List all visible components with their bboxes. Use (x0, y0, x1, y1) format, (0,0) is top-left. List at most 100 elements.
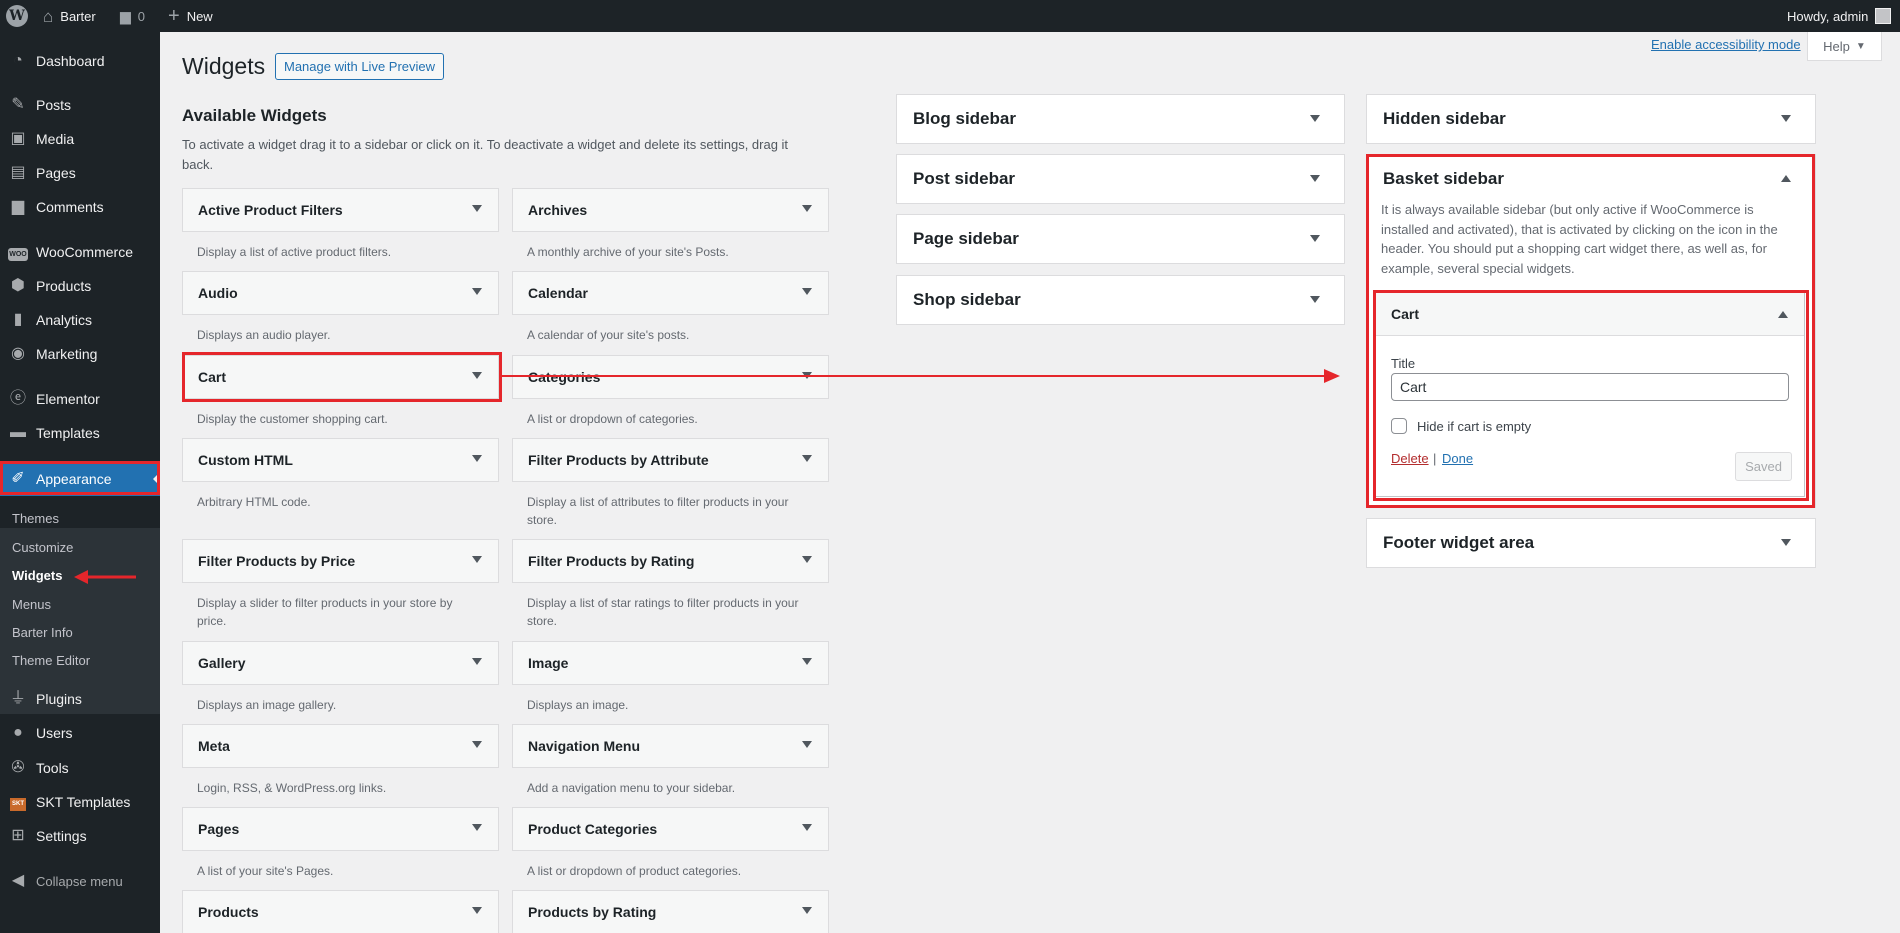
caret-down-icon[interactable] (802, 741, 812, 748)
menu-item-pages[interactable]: ▤ Pages (0, 156, 160, 190)
menu-item-tools[interactable]: ✇ Tools (0, 751, 160, 785)
home-icon: ⌂ (43, 6, 54, 26)
widget-audio[interactable]: Audio (182, 271, 499, 315)
menu-item-users[interactable]: ● Users (0, 716, 160, 750)
caret-down-icon[interactable] (802, 907, 812, 914)
widget-filter-products-by-attribute[interactable]: Filter Products by Attribute (512, 438, 829, 482)
hide-if-empty-checkbox[interactable] (1391, 418, 1407, 434)
menu-item-appearance[interactable]: ✐ Appearance (0, 462, 160, 496)
submenu-item-widgets[interactable]: Widgets (12, 568, 62, 583)
skt-icon: SKT (10, 798, 26, 811)
done-link[interactable]: Done (1442, 451, 1473, 466)
caret-down-icon[interactable] (1781, 115, 1791, 122)
caret-down-icon[interactable] (1310, 235, 1320, 242)
widget-image[interactable]: Image (512, 641, 829, 685)
menu-item-products[interactable]: ⬢ Products (0, 269, 160, 303)
caret-down-icon[interactable] (1310, 296, 1320, 303)
widget-title: Calendar (528, 285, 588, 301)
menu-item-skt-templates[interactable]: SKT SKT Templates (0, 785, 160, 819)
menu-item-marketing[interactable]: ◉ Marketing (0, 337, 160, 371)
menu-item-media[interactable]: ▣ Media (0, 122, 160, 156)
widget-product-categories[interactable]: Product Categories (512, 807, 829, 851)
widget-archives[interactable]: Archives (512, 188, 829, 232)
widget-gallery[interactable]: Gallery (182, 641, 499, 685)
site-name-link[interactable]: ⌂ Barter (43, 0, 96, 32)
menu-item-label: Templates (36, 425, 100, 441)
account-menu[interactable]: Howdy, admin (1787, 0, 1892, 32)
sidebar-post[interactable]: Post sidebar (896, 154, 1345, 204)
widget-categories[interactable]: Categories (512, 355, 829, 399)
submenu-item-barter-info[interactable]: Barter Info (12, 625, 73, 640)
menu-item-woocommerce[interactable]: WOO WooCommerce (0, 235, 160, 269)
caret-down-icon[interactable] (472, 658, 482, 665)
widget-calendar[interactable]: Calendar (512, 271, 829, 315)
caret-down-icon[interactable] (472, 205, 482, 212)
caret-down-icon[interactable] (802, 658, 812, 665)
caret-down-icon[interactable] (472, 824, 482, 831)
menu-item-dashboard[interactable]: ◔ Dashboard (0, 44, 160, 78)
caret-up-icon[interactable] (1781, 175, 1791, 182)
new-label: New (186, 8, 213, 24)
submenu-item-theme-editor[interactable]: Theme Editor (12, 653, 90, 668)
caret-down-icon[interactable] (472, 556, 482, 563)
widget-filter-products-by-rating[interactable]: Filter Products by Rating (512, 539, 829, 583)
widget-custom-html[interactable]: Custom HTML (182, 438, 499, 482)
submenu-item-themes[interactable]: Themes (12, 511, 59, 526)
sidebar-hidden[interactable]: Hidden sidebar (1366, 94, 1816, 144)
sidebar-shop[interactable]: Shop sidebar (896, 275, 1345, 325)
caret-down-icon[interactable] (472, 907, 482, 914)
menu-item-comments[interactable]: ▆ Comments (0, 190, 160, 224)
widget-filter-products-by-price[interactable]: Filter Products by Price (182, 539, 499, 583)
caret-down-icon[interactable] (802, 455, 812, 462)
caret-up-icon[interactable] (1778, 311, 1788, 318)
widget-active-product-filters[interactable]: Active Product Filters (182, 188, 499, 232)
submenu-item-customize[interactable]: Customize (12, 540, 73, 555)
caret-down-icon[interactable] (472, 455, 482, 462)
menu-item-settings[interactable]: ⊞ Settings (0, 819, 160, 853)
caret-down-icon[interactable] (472, 372, 482, 379)
caret-down-icon[interactable] (802, 824, 812, 831)
menu-item-templates[interactable]: ▬ Templates (0, 416, 160, 450)
widget-products[interactable]: Products (182, 890, 499, 933)
wordpress-logo-icon[interactable]: W (6, 5, 28, 27)
widget-meta[interactable]: Meta (182, 724, 499, 768)
saved-button[interactable]: Saved (1735, 452, 1792, 481)
help-tab-button[interactable]: Help ▼ (1807, 32, 1882, 61)
accessibility-mode-link[interactable]: Enable accessibility mode (1651, 37, 1801, 52)
cart-widget-header[interactable]: Cart (1376, 293, 1804, 336)
delete-link[interactable]: Delete (1391, 451, 1429, 466)
sidebar-page[interactable]: Page sidebar (896, 214, 1345, 264)
menu-item-elementor[interactable]: ⓔ Elementor (0, 382, 160, 416)
widget-title: Audio (198, 285, 238, 301)
caret-down-icon[interactable] (1310, 115, 1320, 122)
comments-link[interactable]: ▆ 0 (120, 0, 145, 32)
collapse-menu-button[interactable]: ◀ Collapse menu (0, 864, 160, 898)
widget-pages[interactable]: Pages (182, 807, 499, 851)
widget-cart[interactable]: Cart (182, 355, 499, 399)
wrench-icon: ✇ (11, 759, 25, 776)
manage-live-preview-button[interactable]: Manage with Live Preview (275, 53, 445, 80)
caret-down-icon[interactable] (472, 741, 482, 748)
caret-down-icon[interactable] (802, 205, 812, 212)
caret-down-icon[interactable] (472, 288, 482, 295)
dashboard-icon: ◔ (13, 52, 23, 69)
analytics-icon: ▮ (13, 311, 23, 328)
caret-down-icon[interactable] (802, 288, 812, 295)
widget-navigation-menu[interactable]: Navigation Menu (512, 724, 829, 768)
widget-products-by-rating[interactable]: Products by Rating (512, 890, 829, 933)
caret-down-icon[interactable] (802, 556, 812, 563)
products-icon: ⬢ (11, 277, 25, 294)
new-content-link[interactable]: + New (168, 0, 213, 32)
sidebar-footer-widget-area[interactable]: Footer widget area (1366, 518, 1816, 568)
sidebar-blog[interactable]: Blog sidebar (896, 94, 1345, 144)
caret-down-icon[interactable] (1310, 175, 1320, 182)
menu-item-analytics[interactable]: ▮ Analytics (0, 303, 160, 337)
widget-title: Pages (198, 821, 240, 837)
menu-item-plugins[interactable]: ⏚ Plugins (0, 682, 160, 716)
title-field[interactable] (1391, 373, 1789, 401)
menu-item-posts[interactable]: ✎ Posts (0, 88, 160, 122)
caret-down-icon[interactable] (1781, 539, 1791, 546)
sidebar-title: Footer widget area (1383, 533, 1535, 552)
submenu-item-menus[interactable]: Menus (12, 597, 51, 612)
caret-down-icon[interactable] (802, 372, 812, 379)
